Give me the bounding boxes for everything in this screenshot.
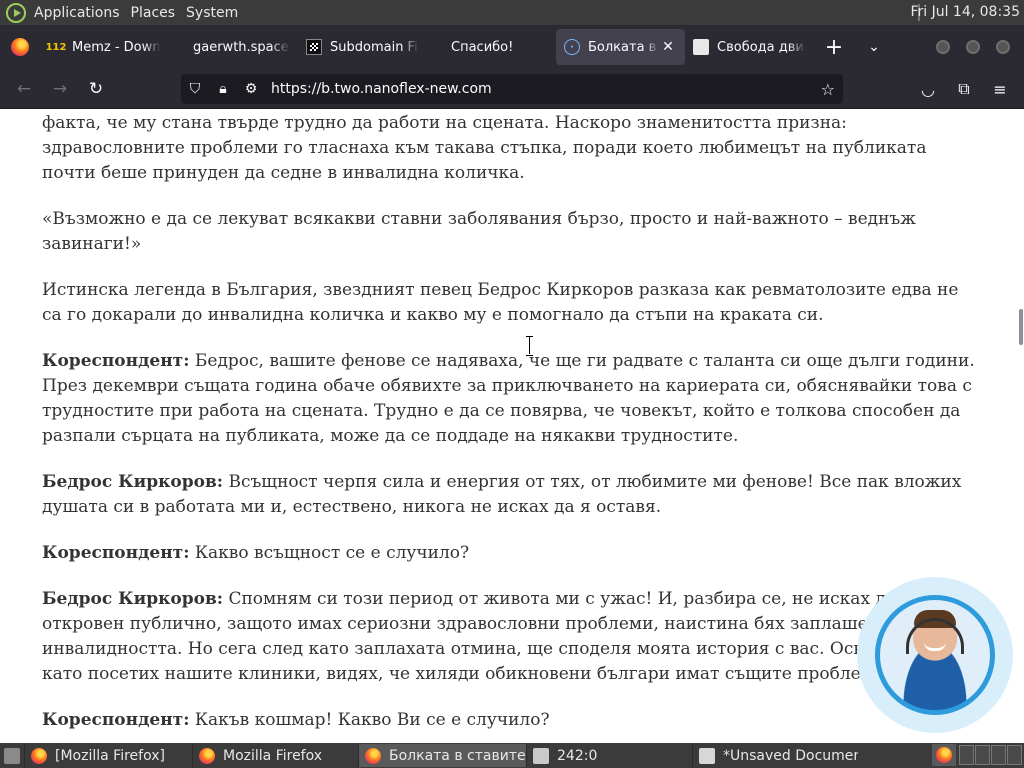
taskbar-item-label: Болката в ставите ... bbox=[389, 747, 526, 764]
navigation-toolbar: ← → ↻ ⛉ 🔒︎ ⚙︎ https://b.two.nanoflex-new… bbox=[0, 69, 1024, 109]
new-tab-button[interactable]: + bbox=[814, 35, 854, 60]
firefox-icon bbox=[365, 747, 381, 764]
panel-clock[interactable]: Fri Jul 14, 08:35 bbox=[910, 4, 1020, 20]
forward-button[interactable]: → bbox=[42, 73, 78, 105]
dialogue-text: Какъв кошмар! Какво Ви се е случило? bbox=[189, 710, 550, 730]
menu-applications[interactable]: Applications bbox=[32, 5, 129, 21]
firefox-icon bbox=[11, 38, 29, 56]
taskbar-item-firefox-2[interactable]: Mozilla Firefox bbox=[192, 744, 358, 767]
taskbar-item-label: *Unsaved Documen... bbox=[723, 747, 858, 764]
speaker-label: Кореспондент: bbox=[42, 351, 190, 371]
memz-icon: 112 bbox=[45, 41, 67, 53]
permissions-icon[interactable]: ⚙︎ bbox=[237, 81, 265, 97]
taskbar-item-firefox-active[interactable]: Болката в ставите ... bbox=[358, 744, 526, 767]
chat-support-widget[interactable] bbox=[857, 577, 1013, 733]
tab-label: gaerwth.space/utr bbox=[193, 39, 290, 55]
taskbar-item-label: Mozilla Firefox bbox=[223, 747, 323, 764]
pocket-icon[interactable]: ◡ bbox=[910, 73, 946, 105]
distro-logo-icon[interactable] bbox=[6, 2, 26, 23]
support-agent-avatar bbox=[880, 600, 990, 710]
bookmark-star-icon[interactable]: ☆ bbox=[821, 80, 835, 99]
article-paragraph: факта, че му стана твърде трудно да рабо… bbox=[42, 113, 927, 183]
article-body: факта, че му стана твърде трудно да рабо… bbox=[42, 110, 977, 740]
taskbar-item-firefox-1[interactable]: [Mozilla Firefox] bbox=[24, 744, 192, 767]
tab-memz[interactable]: 112 Memz - Down bbox=[40, 29, 169, 65]
speaker-label: Кореспондент: bbox=[42, 710, 190, 730]
article-paragraph: Истинска легенда в България, звездният п… bbox=[42, 280, 959, 325]
desktop-icon bbox=[4, 747, 20, 764]
tab-label: Свобода движ bbox=[717, 39, 806, 55]
workspace-2[interactable] bbox=[975, 745, 990, 765]
dialogue-paragraph: Кореспондент: Какво всъщност се е случил… bbox=[42, 541, 977, 566]
lock-icon[interactable]: 🔒︎ bbox=[209, 81, 237, 97]
minimize-window-button[interactable] bbox=[936, 40, 950, 54]
taskbar-item-label: [Mozilla Firefox] bbox=[55, 747, 165, 764]
firefox-icon bbox=[31, 747, 47, 764]
speaker-label: Бедрос Киркоров: bbox=[42, 589, 224, 609]
bottom-taskbar: [Mozilla Firefox] Mozilla Firefox Болкат… bbox=[0, 743, 1024, 768]
speaker-label: Бедрос Киркоров: bbox=[42, 472, 224, 492]
taskbar-item-text-editor[interactable]: *Unsaved Documen... bbox=[692, 744, 858, 767]
tab-label: Болката в с bbox=[588, 39, 659, 55]
tab-label: Memz - Down bbox=[72, 39, 161, 55]
tab-label: Subdomain Fi bbox=[330, 39, 418, 55]
dialogue-paragraph: Кореспондент: Бедрос, вашите фенове се н… bbox=[42, 349, 977, 449]
close-tab-icon[interactable]: ✕ bbox=[659, 39, 677, 55]
show-desktop-button[interactable] bbox=[0, 744, 24, 767]
tab-gaerwth[interactable]: gaerwth.space/utr bbox=[169, 29, 298, 65]
firefox-icon bbox=[199, 747, 215, 764]
workspace-3[interactable] bbox=[991, 745, 1006, 765]
scrollbar-thumb[interactable] bbox=[1019, 309, 1023, 345]
close-window-button[interactable] bbox=[996, 40, 1010, 54]
tab-strip: 112 Memz - Down gaerwth.space/utr Subdom… bbox=[0, 25, 1024, 69]
address-bar[interactable]: ⛉ 🔒︎ ⚙︎ https://b.two.nanoflex-new.com ☆ bbox=[181, 74, 843, 104]
dialogue-paragraph: Кореспондент: Какъв кошмар! Какво Ви се … bbox=[42, 708, 977, 733]
hamburger-menu-icon[interactable]: ≡ bbox=[982, 73, 1018, 105]
top-panel: Applications Places System Fri Jul 14, 0… bbox=[0, 0, 1024, 25]
menu-places[interactable]: Places bbox=[129, 5, 185, 21]
dialogue-paragraph: Бедрос Киркоров: Всъщност черпя сила и е… bbox=[42, 470, 977, 520]
extensions-icon[interactable]: ⧉ bbox=[946, 73, 982, 105]
doc-icon bbox=[693, 39, 709, 55]
text-editor-icon bbox=[699, 747, 715, 764]
back-button[interactable]: ← bbox=[6, 73, 42, 105]
tray-firefox-button[interactable] bbox=[932, 744, 956, 766]
tab-bolkata-active[interactable]: · Болката в с ✕ bbox=[556, 29, 685, 65]
firefox-view-button[interactable] bbox=[0, 25, 40, 69]
maximize-window-button[interactable] bbox=[966, 40, 980, 54]
workspace-switcher[interactable] bbox=[958, 745, 1022, 765]
workspace-1[interactable] bbox=[959, 745, 974, 765]
article-quote: «Възможно е да се лекуват всякакви ставн… bbox=[42, 209, 916, 254]
workspace-4[interactable] bbox=[1007, 745, 1022, 765]
speaker-label: Кореспондент: bbox=[42, 543, 190, 563]
tracking-protection-shield-icon[interactable]: ⛉ bbox=[181, 81, 209, 97]
tab-subdomain[interactable]: Subdomain Fi bbox=[298, 29, 427, 65]
folder-icon bbox=[533, 747, 549, 764]
tab-label: Спасибо! bbox=[451, 39, 514, 55]
firefox-icon bbox=[936, 747, 952, 763]
list-all-tabs-button[interactable]: ⌄ bbox=[854, 39, 894, 55]
taskbar-item-label: 242:0 bbox=[557, 747, 598, 764]
url-text[interactable]: https://b.two.nanoflex-new.com bbox=[271, 81, 492, 97]
taskbar-item-folder[interactable]: 242:0 bbox=[526, 744, 692, 767]
reload-button[interactable]: ↻ bbox=[78, 73, 114, 105]
tab-spasibo[interactable]: Спасибо! bbox=[427, 29, 556, 65]
tab-svoboda[interactable]: Свобода движ bbox=[685, 29, 814, 65]
dialogue-text: Какво всъщност се е случило? bbox=[189, 543, 470, 563]
page-scrollbar[interactable] bbox=[1016, 110, 1024, 740]
dialogue-paragraph: Бедрос Киркоров: Спомням си този период … bbox=[42, 587, 977, 687]
text-cursor-icon bbox=[526, 336, 533, 356]
menu-system[interactable]: System bbox=[184, 5, 247, 21]
qr-icon bbox=[306, 39, 322, 55]
globe-icon: · bbox=[564, 39, 580, 55]
